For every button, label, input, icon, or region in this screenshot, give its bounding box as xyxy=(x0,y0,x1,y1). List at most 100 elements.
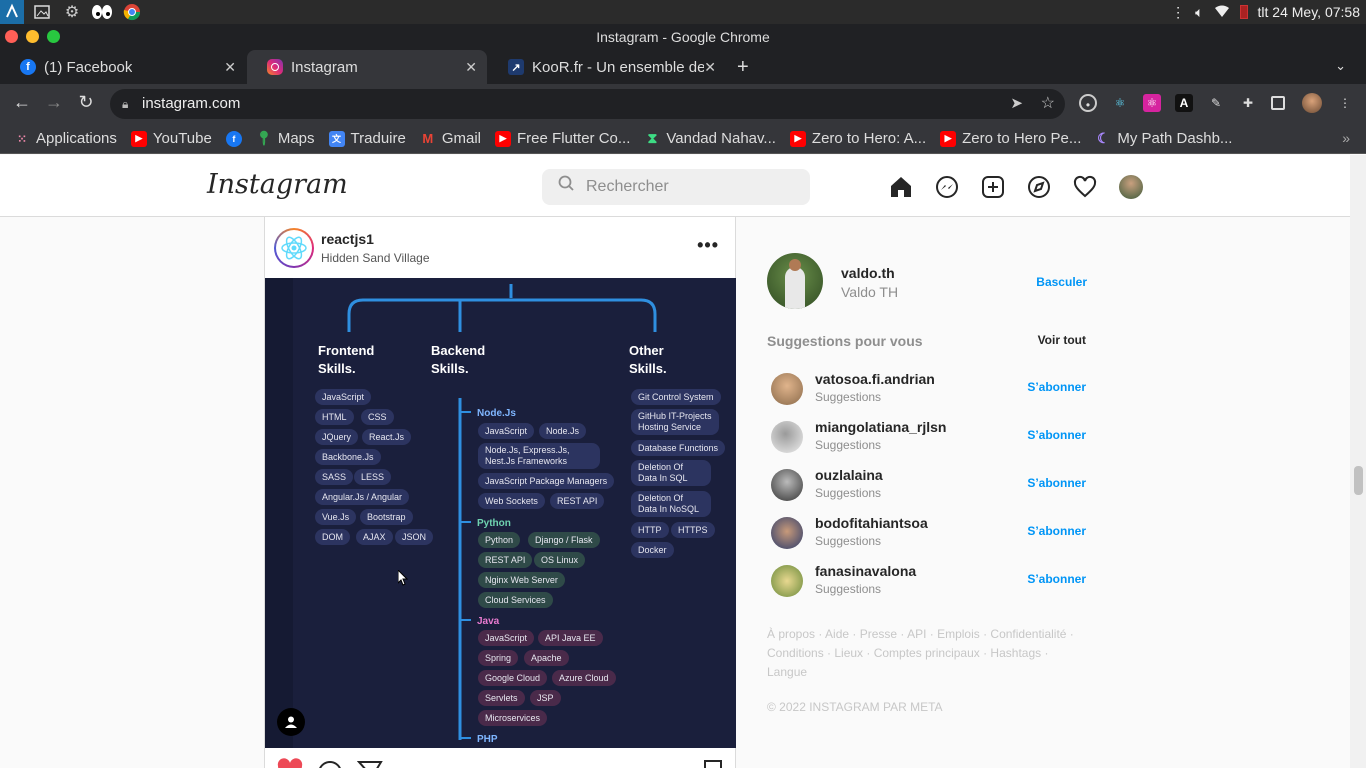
bookmark-applications[interactable]: ⁙ Applications xyxy=(14,130,117,147)
profile-avatar[interactable] xyxy=(1119,175,1143,199)
suggestion-username[interactable]: miangolatiana_rjlsn xyxy=(815,419,946,435)
follow-button[interactable]: S’abonner xyxy=(1027,380,1086,394)
clock[interactable]: tlt 24 Mey, 07:58 xyxy=(1258,4,1360,20)
bookmark-gmail[interactable]: M Gmail xyxy=(420,130,481,147)
bookmark-label: Free Flutter Co... xyxy=(517,130,631,147)
skill-pill: AJAX xyxy=(356,529,393,545)
back-arrow-icon[interactable]: ← xyxy=(10,92,34,113)
search-input[interactable]: Rechercher xyxy=(542,169,810,205)
new-post-icon[interactable] xyxy=(981,175,1005,199)
frontend-title: Frontend Skills. xyxy=(318,343,375,376)
bookmark-free-flutter[interactable]: ▶ Free Flutter Co... xyxy=(495,130,630,147)
post-username[interactable]: reactjs1 xyxy=(321,231,374,247)
image-viewer-icon[interactable] xyxy=(30,0,54,24)
new-tab-plus-icon[interactable]: + xyxy=(737,56,749,79)
save-bookmark-icon[interactable] xyxy=(703,760,723,768)
extensions-puzzle-icon[interactable]: ✚ xyxy=(1239,94,1257,112)
follow-button[interactable]: S’abonner xyxy=(1027,428,1086,442)
address-bar[interactable]: 🔒︎ instagram.com ➤ ☆ xyxy=(110,89,1065,119)
current-username[interactable]: valdo.th xyxy=(841,265,895,281)
scrollbar-thumb[interactable] xyxy=(1354,466,1363,495)
post-options-icon[interactable]: ••• xyxy=(697,235,719,256)
tab-search-chevron-icon[interactable]: ⌄ xyxy=(1335,58,1346,74)
explore-compass-icon[interactable] xyxy=(1027,175,1051,199)
bookmark-facebook[interactable]: f xyxy=(225,130,248,147)
minimize-window-button[interactable] xyxy=(26,30,39,43)
battery-icon[interactable] xyxy=(1239,5,1248,19)
suggestion-username[interactable]: bodofitahiantsoa xyxy=(815,515,928,531)
suggestion-username[interactable]: fanasinavalona xyxy=(815,563,916,579)
tagged-user-icon[interactable] xyxy=(277,708,305,736)
bookmark-maps[interactable]: 📍︎ Maps xyxy=(255,130,315,147)
bookmark-label: Zero to Hero Pe... xyxy=(962,130,1082,147)
close-tab-icon[interactable]: ✕ xyxy=(465,59,477,76)
suggestions-header: Suggestions pour vous Voir tout xyxy=(767,325,1087,365)
bookmark-my-path[interactable]: ☾ My Path Dashb... xyxy=(1095,130,1232,147)
page-scrollbar[interactable] xyxy=(1350,155,1366,768)
url-text: instagram.com xyxy=(142,95,241,112)
follow-button[interactable]: S’abonner xyxy=(1027,476,1086,490)
suggestion-username[interactable]: vatosoa.fi.andrian xyxy=(815,371,935,387)
share-icon[interactable] xyxy=(356,760,383,768)
bookmark-zero-to-hero-a[interactable]: ▶ Zero to Hero: A... xyxy=(789,130,926,147)
post-author-avatar[interactable] xyxy=(274,228,314,268)
more-bookmarks-icon[interactable]: » xyxy=(1342,130,1350,146)
bookmark-zero-to-hero-pe[interactable]: ▶ Zero to Hero Pe... xyxy=(940,130,1081,147)
bookmark-star-icon[interactable]: ☆ xyxy=(1041,89,1055,119)
extension-target-icon[interactable]: • xyxy=(1079,94,1097,112)
skill-pill: LESS xyxy=(354,469,392,485)
skill-pill: Bootstrap xyxy=(360,509,413,525)
suggestion-avatar[interactable] xyxy=(771,517,803,549)
comment-icon[interactable] xyxy=(317,760,343,768)
suggestion-avatar[interactable] xyxy=(771,469,803,501)
settings-icon[interactable]: ⚙ xyxy=(60,0,84,24)
post-image[interactable]: Frontend Skills. Backend Skills. Other S… xyxy=(265,278,736,748)
eyes-icon[interactable] xyxy=(90,0,114,24)
tab-facebook[interactable]: f (1) Facebook ✕ xyxy=(0,50,246,84)
reload-icon[interactable]: ↻ xyxy=(74,92,98,113)
switch-account-button[interactable]: Basculer xyxy=(1036,275,1087,289)
wifi-icon[interactable] xyxy=(1214,4,1230,21)
close-tab-icon[interactable]: ✕ xyxy=(704,59,716,76)
current-user-avatar[interactable] xyxy=(767,253,823,309)
bookmark-traduire[interactable]: 文 Traduire xyxy=(328,130,406,147)
extension-pen-icon[interactable]: ✎ xyxy=(1207,94,1225,112)
tab-instagram[interactable]: Instagram ✕ xyxy=(247,50,487,84)
like-heart-icon[interactable] xyxy=(277,758,303,768)
profile-avatar-icon[interactable] xyxy=(1302,93,1322,113)
overflow-menu-icon[interactable]: ⋮ xyxy=(1171,4,1185,21)
extension-pink-icon[interactable]: ⚛ xyxy=(1143,94,1161,112)
activity-heart-icon[interactable] xyxy=(1073,175,1097,199)
footer-links[interactable]: À propos · Aide · Presse · API · Emplois… xyxy=(767,625,1077,682)
lock-icon[interactable]: 🔒︎ xyxy=(122,89,128,119)
skill-pill: Angular.Js / Angular xyxy=(315,489,410,505)
volume-icon[interactable]: 🔈︎ xyxy=(1195,4,1203,21)
chrome-menu-icon[interactable]: ⋮ xyxy=(1336,94,1354,112)
window-title: Instagram - Google Chrome xyxy=(596,29,770,45)
messenger-icon[interactable] xyxy=(935,175,959,199)
app-launcher-icon[interactable] xyxy=(0,0,24,24)
home-icon[interactable] xyxy=(889,175,913,199)
close-tab-icon[interactable]: ✕ xyxy=(224,59,236,76)
follow-button[interactable]: S’abonner xyxy=(1027,572,1086,586)
follow-button[interactable]: S’abonner xyxy=(1027,524,1086,538)
suggestion-avatar[interactable] xyxy=(771,373,803,405)
suggestion-avatar[interactable] xyxy=(771,565,803,597)
suggestion-username[interactable]: ouzlalaina xyxy=(815,467,883,483)
youtube-icon: ▶ xyxy=(789,130,806,147)
bookmark-vandad[interactable]: ⧗ Vandad Nahav... xyxy=(644,130,775,147)
maximize-window-button[interactable] xyxy=(47,30,60,43)
send-tab-icon[interactable]: ➤ xyxy=(1010,89,1023,119)
chrome-icon[interactable] xyxy=(120,0,144,24)
side-panel-icon[interactable] xyxy=(1271,96,1285,110)
react-devtools-icon[interactable]: ⚛ xyxy=(1111,94,1129,112)
tab-koor[interactable]: ↗ KooR.fr - Un ensemble de ✕ xyxy=(488,50,726,84)
see-all-link[interactable]: Voir tout xyxy=(1038,333,1086,347)
instagram-logo[interactable]: Instagram xyxy=(207,169,348,200)
post-location[interactable]: Hidden Sand Village xyxy=(321,251,430,265)
close-window-button[interactable] xyxy=(5,30,18,43)
suggestion-avatar[interactable] xyxy=(771,421,803,453)
forward-arrow-icon[interactable]: → xyxy=(42,92,66,113)
bookmark-youtube[interactable]: ▶ YouTube xyxy=(130,130,212,147)
extension-a-icon[interactable]: A xyxy=(1175,94,1193,112)
